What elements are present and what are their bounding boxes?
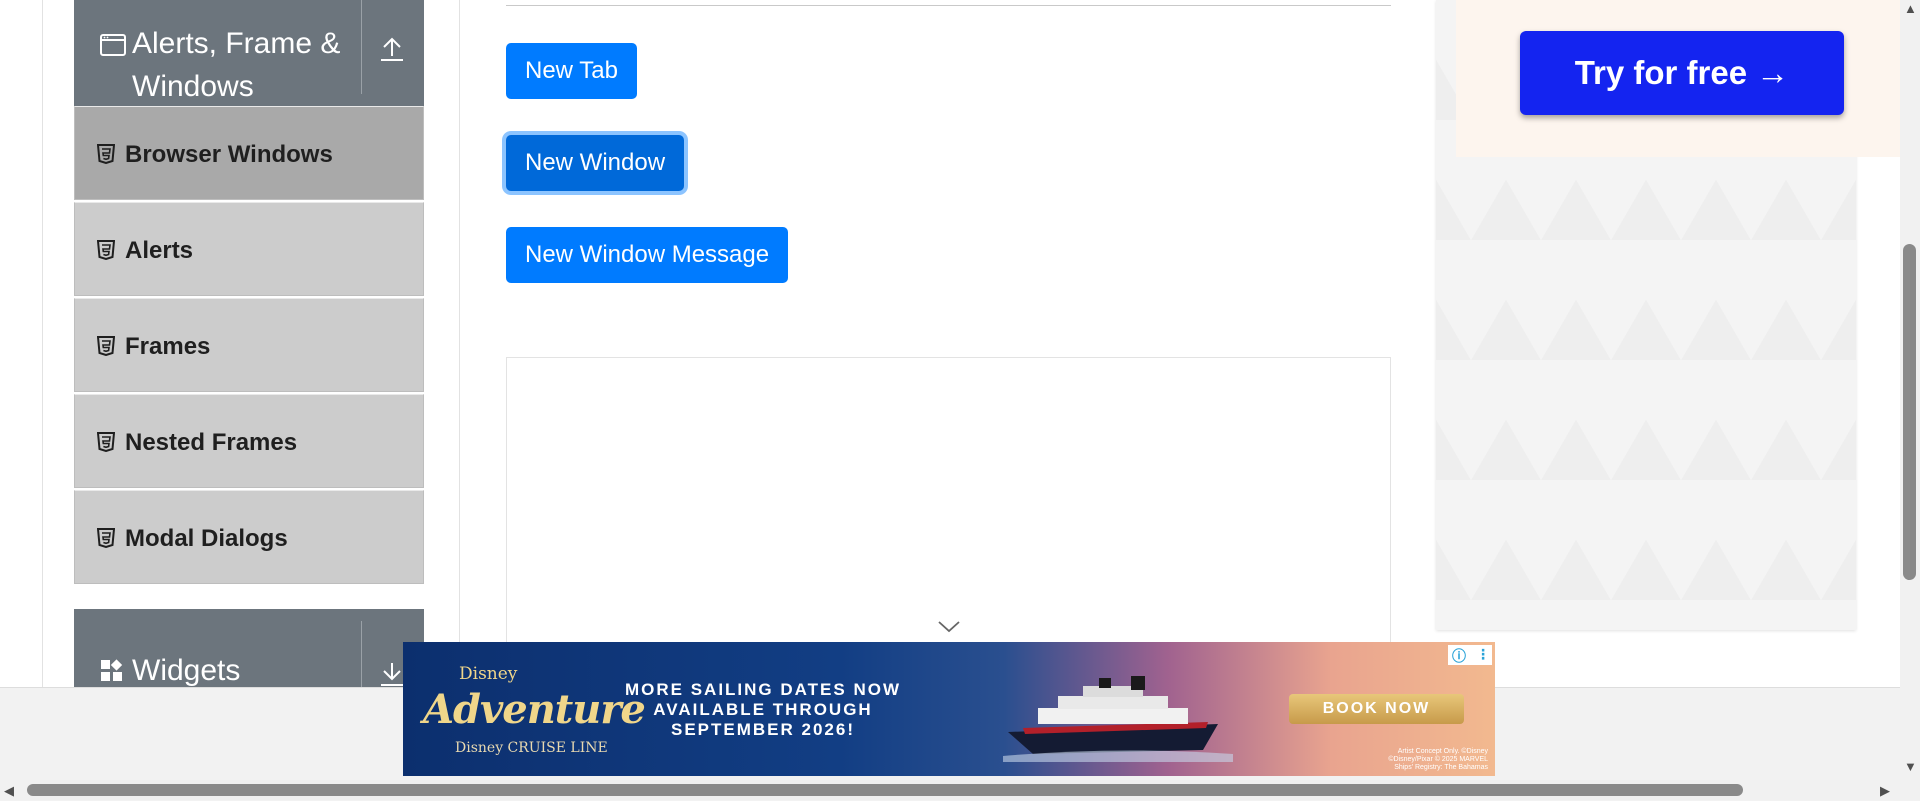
sidebar-item-alerts[interactable]: Alerts (74, 202, 424, 296)
group-header-alerts-frame-windows[interactable]: Alerts, Frame & Windows (74, 0, 424, 106)
widgets-icon (100, 659, 124, 687)
sidebar-item-browser-windows[interactable]: Browser Windows (74, 106, 424, 200)
group-title: Alerts, Frame & Windows (132, 27, 341, 103)
scroll-left-arrow-icon[interactable]: ◀ (4, 784, 14, 797)
disney-cruise-banner[interactable]: Disney Adventure Disney CRUISE LINE MORE… (403, 642, 1495, 776)
horizontal-scroll-thumb[interactable] (27, 784, 1743, 796)
cruise-ship-image (1003, 672, 1233, 767)
vertical-scroll-thumb[interactable] (1903, 244, 1916, 580)
sidebar-item-label: Frames (125, 333, 211, 360)
html5-icon (96, 336, 116, 361)
sidebar-item-label: Alerts (125, 237, 194, 264)
book-now-button[interactable]: BOOK NOW (1289, 694, 1464, 724)
sidebar-item-label: Nested Frames (125, 429, 298, 456)
divider (361, 621, 362, 687)
scroll-up-arrow-icon[interactable]: ▲ (1904, 2, 1917, 15)
try-for-free-button[interactable]: Try for free → (1520, 31, 1844, 115)
divider (361, 0, 362, 94)
html5-icon (96, 432, 116, 457)
group-title: Widgets (132, 654, 241, 687)
new-window-message-button[interactable]: New Window Message (506, 227, 789, 283)
sidebar-border (42, 0, 43, 687)
html5-icon (96, 144, 116, 169)
scroll-down-arrow-icon[interactable]: ▼ (1904, 760, 1917, 773)
window-icon (100, 34, 126, 61)
html5-icon (96, 240, 116, 265)
scroll-right-arrow-icon[interactable]: ▶ (1880, 784, 1890, 797)
sidebar-item-label: Modal Dialogs (125, 525, 288, 552)
ad-frame (506, 357, 1391, 687)
banner-brand: Adventure (423, 686, 646, 733)
upload-arrow-icon[interactable] (380, 36, 404, 67)
new-tab-button[interactable]: New Tab (506, 43, 637, 99)
download-arrow-icon[interactable] (380, 661, 404, 687)
content-border (459, 0, 460, 687)
sidebar-item-frames[interactable]: Frames (74, 298, 424, 392)
info-icon[interactable]: ⓘ (1452, 646, 1466, 666)
banner-headline: MORE SAILING DATES NOW AVAILABLE THROUGH… (624, 680, 901, 739)
ad-info-controls[interactable]: ⓘ ⋮ (1448, 645, 1492, 665)
group-header-widgets[interactable]: Widgets (74, 609, 424, 687)
banner-brand-small: Disney (459, 664, 518, 684)
chevron-down-icon[interactable] (937, 620, 961, 639)
divider (506, 5, 1391, 6)
sidebar-item-modal-dialogs[interactable]: Modal Dialogs (74, 490, 424, 584)
html5-icon (96, 528, 116, 553)
sidebar-item-nested-frames[interactable]: Nested Frames (74, 394, 424, 488)
banner-fine-print: Artist Concept Only. ©Disney ©Disney/Pix… (1388, 748, 1488, 771)
banner-line: Disney CRUISE LINE (455, 740, 608, 756)
more-options-icon[interactable]: ⋮ (1476, 646, 1490, 663)
sidebar-item-label: Browser Windows (125, 141, 333, 168)
new-window-button[interactable]: New Window (506, 135, 685, 191)
